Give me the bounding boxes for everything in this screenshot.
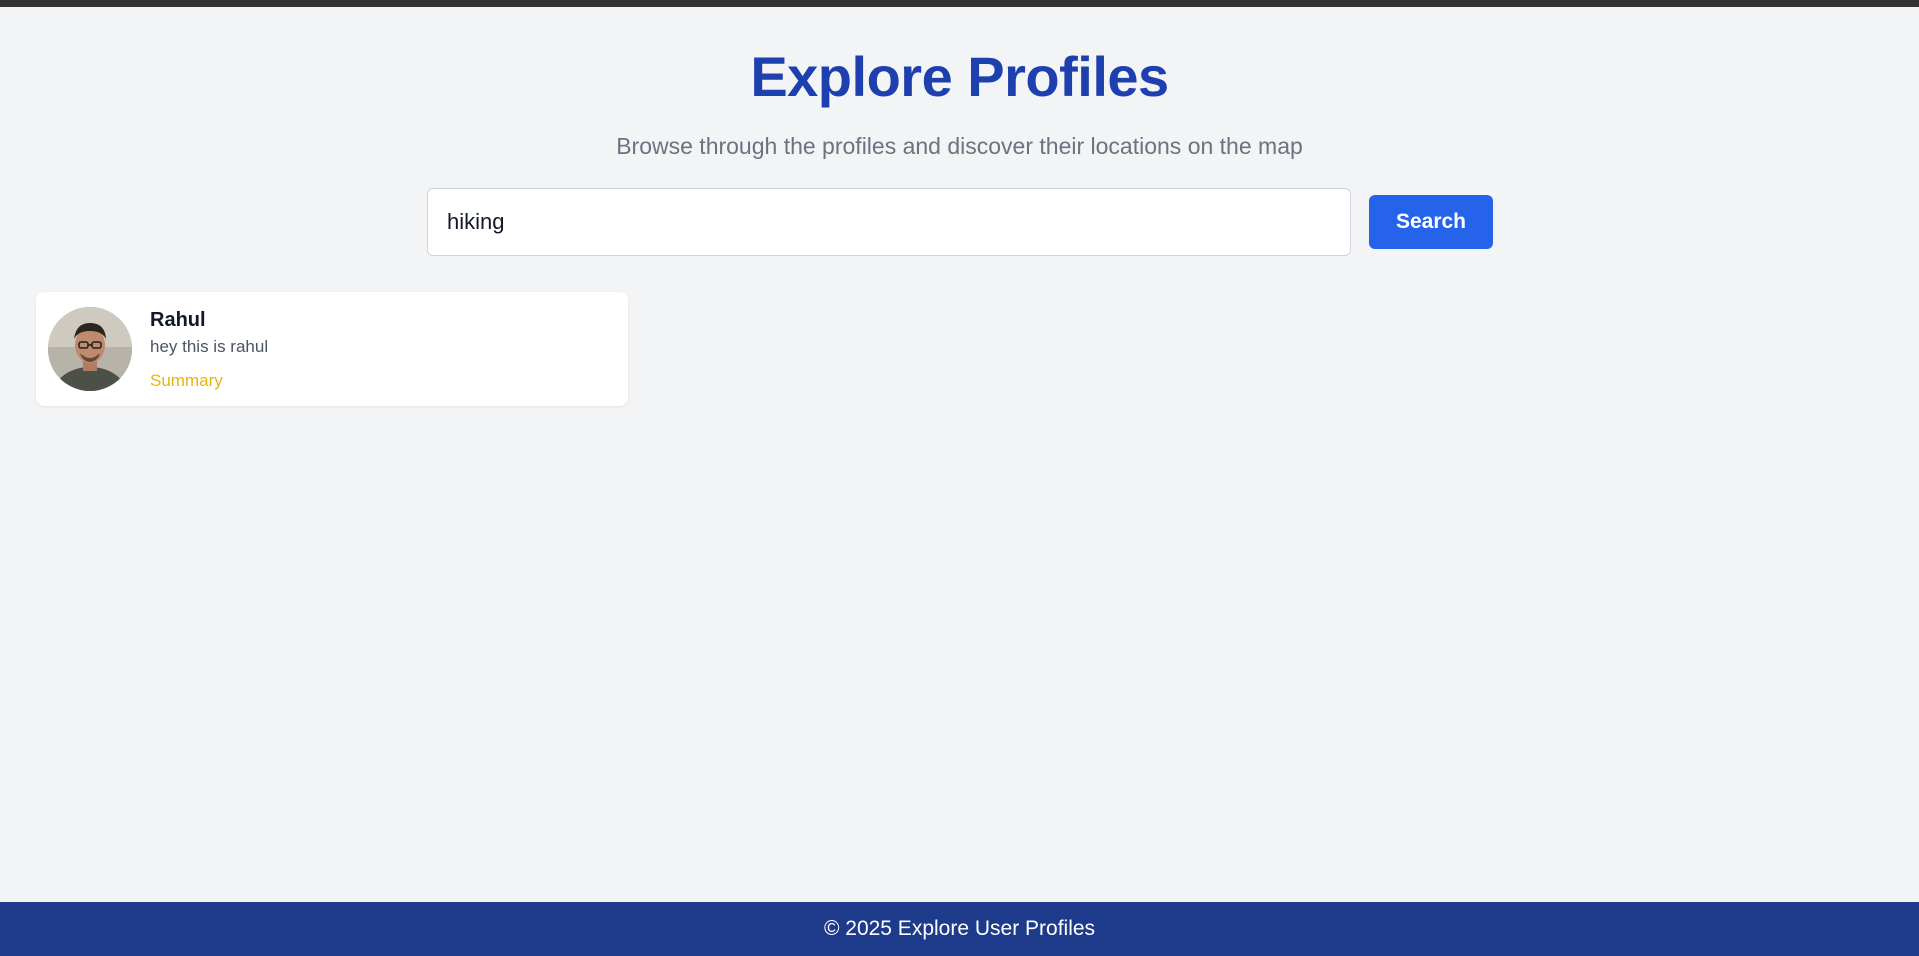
avatar-photo-icon — [48, 307, 132, 391]
summary-link[interactable]: Summary — [150, 371, 223, 391]
page-subtitle: Browse through the profiles and discover… — [616, 133, 1303, 159]
footer: © 2025 Explore User Profiles — [0, 902, 1919, 956]
footer-copyright: © 2025 Explore User Profiles — [823, 917, 1096, 940]
profile-name: Rahul — [150, 309, 206, 331]
search-button[interactable]: Search — [1369, 195, 1493, 249]
avatar — [48, 307, 132, 391]
search-input[interactable] — [427, 188, 1351, 256]
profile-bio: hey this is rahul — [150, 337, 269, 356]
profile-card[interactable]: Rahul hey this is rahul Summary — [36, 292, 628, 406]
top-window-strip — [0, 0, 1919, 7]
page-title: Explore Profiles — [750, 45, 1169, 108]
